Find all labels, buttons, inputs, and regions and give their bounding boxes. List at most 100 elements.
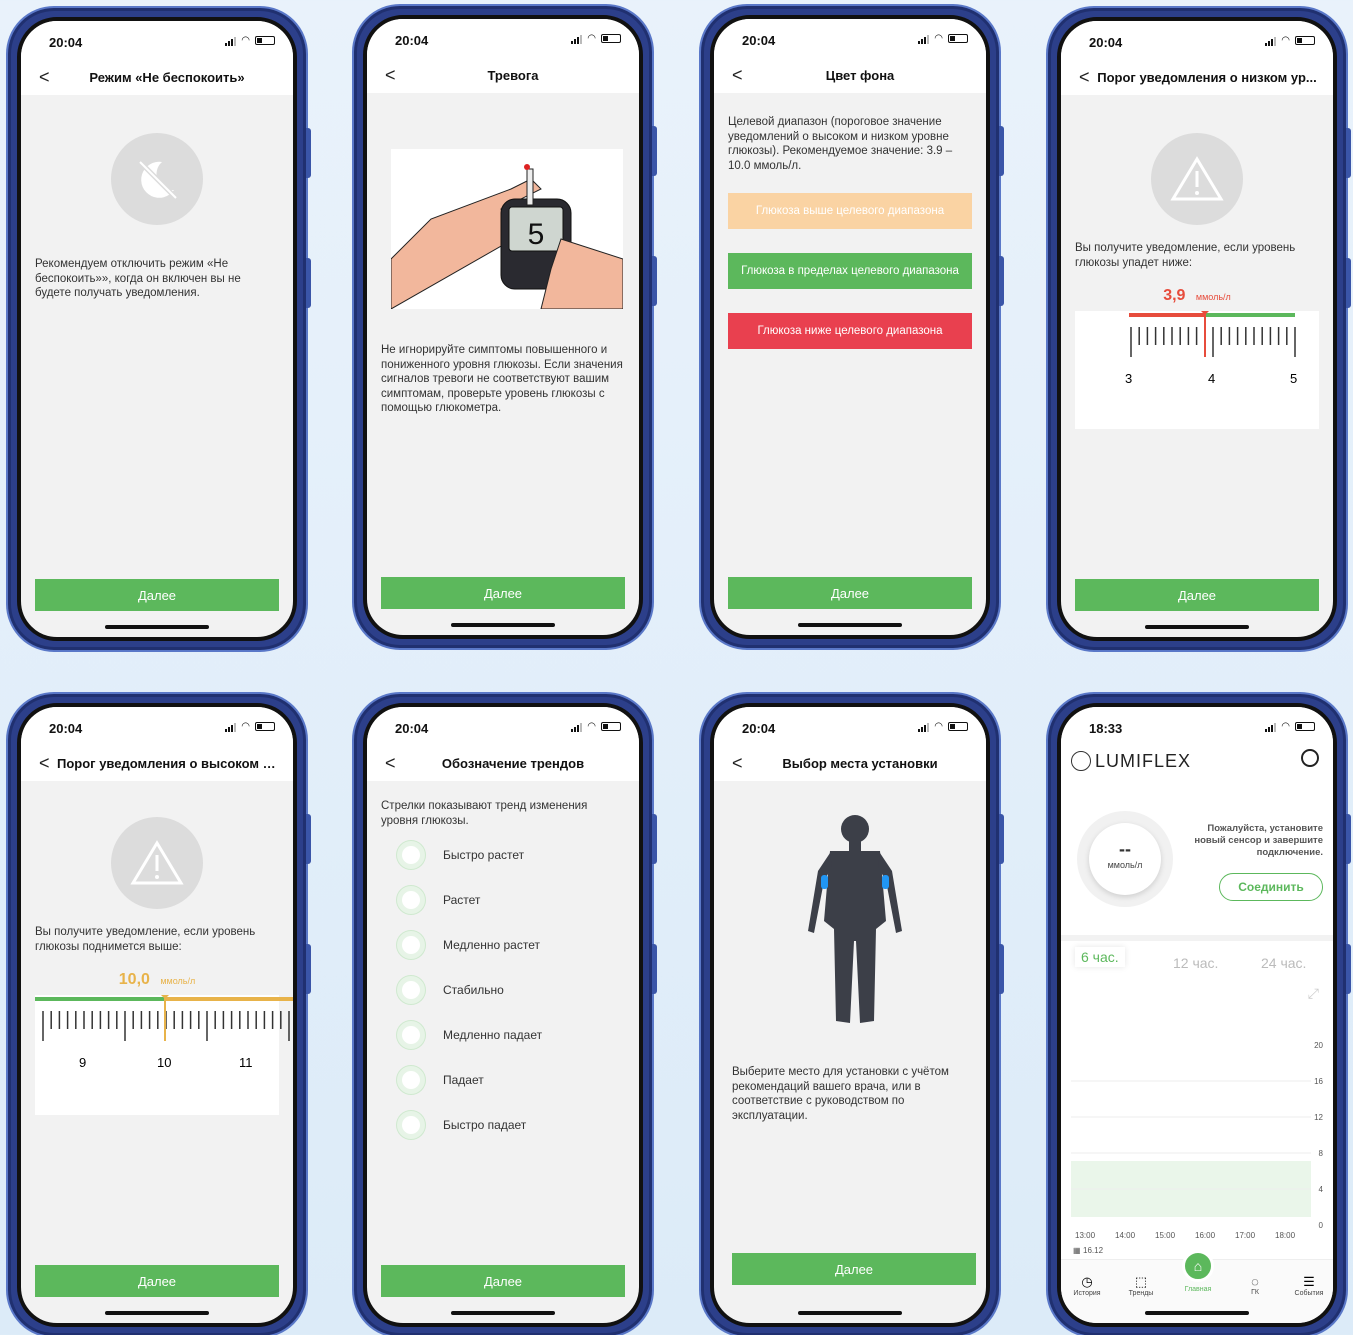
battery-icon (1295, 722, 1315, 731)
status-bar: 20:04 ◠ (21, 707, 293, 745)
connect-button[interactable]: Соединить (1219, 873, 1323, 901)
nav-bar: < Порог уведомления о низком ур... (1061, 59, 1333, 95)
status-time: 20:04 (742, 721, 776, 736)
nav-history[interactable]: ◷ История (1065, 1274, 1109, 1297)
expand-icon[interactable]: ⤢ (1308, 985, 1319, 1002)
threshold-value: 10,0 (118, 971, 150, 988)
glucose-unit: ммоль/л (1107, 860, 1143, 870)
y-tick: 16 (1314, 1077, 1323, 1086)
nav-label: ГК (1251, 1289, 1259, 1296)
glucose-chart (1071, 1080, 1311, 1217)
wifi-icon: ◠ (1281, 35, 1290, 46)
trend-label: Падает (443, 1073, 484, 1087)
threshold-ruler[interactable]: 9 10 11 (35, 993, 293, 1115)
glucometer-illustration: 5 (390, 149, 624, 310)
range-bar-in-range: Глюкоза в пределах целевого диапазона (728, 253, 972, 289)
nav-bar: < Порог уведомления о высоком у... (21, 745, 293, 781)
next-button[interactable]: Далее (35, 579, 279, 611)
nav-gk[interactable]: ◌ ГК (1233, 1274, 1277, 1296)
trend-up-fast-icon (397, 841, 425, 869)
threshold-unit: ммоль/л (160, 976, 196, 986)
home-indicator[interactable] (1145, 625, 1249, 629)
status-time: 20:04 (742, 33, 776, 48)
glucose-value: -- (1119, 839, 1131, 859)
home-indicator[interactable] (1145, 1311, 1249, 1315)
wifi-icon: ◠ (934, 721, 943, 732)
home-sensor-icon: ⌂ (1182, 1250, 1214, 1282)
x-tick: 18:00 (1275, 1231, 1296, 1240)
trend-item: Медленно падает (397, 1021, 542, 1049)
back-icon[interactable]: < (385, 753, 396, 774)
trend-label: Растет (443, 893, 481, 907)
home-indicator[interactable] (798, 1311, 902, 1315)
next-button[interactable]: Далее (728, 577, 972, 609)
page-title: Порог уведомления о низком ур... (1097, 69, 1317, 85)
next-button[interactable]: Далее (381, 577, 625, 609)
signal-icon (225, 722, 237, 732)
description: Рекомендуем отключить режим «Не беспокои… (35, 258, 241, 299)
profile-icon[interactable] (1301, 749, 1319, 767)
dnd-moon-icon (111, 133, 203, 225)
chart-card: 6 час. 12 час. 24 час. ⤢ 20 16 12 8 4 0 … (1061, 935, 1333, 1261)
range-tab-24h[interactable]: 24 час. (1261, 955, 1306, 971)
y-tick: 0 (1318, 1221, 1323, 1230)
status-bar: 18:33 ◠ (1061, 707, 1333, 745)
next-button[interactable]: Далее (35, 1265, 279, 1297)
back-icon[interactable]: < (732, 753, 743, 774)
ruler-tick-label: 9 (79, 1055, 87, 1070)
home-indicator[interactable] (451, 1311, 555, 1315)
wifi-icon: ◠ (1281, 721, 1290, 732)
trend-down-icon (397, 1066, 425, 1094)
signal-icon (571, 722, 583, 732)
page-title: Тревога (487, 67, 539, 83)
phone-background-color: 20:04 ◠ < Цвет фона Целевой диапазон (пор… (699, 4, 1004, 650)
back-icon[interactable]: < (39, 753, 50, 774)
screen: 20:04 ◠ < Выбор места установки Выберите … (710, 703, 990, 1327)
next-button[interactable]: Далее (381, 1265, 625, 1297)
status-time: 18:33 (1089, 721, 1123, 736)
signal-icon (571, 34, 583, 44)
home-indicator[interactable] (451, 623, 555, 627)
home-indicator[interactable] (105, 1311, 209, 1315)
next-button[interactable]: Далее (732, 1253, 976, 1285)
back-icon[interactable]: < (732, 65, 743, 86)
drop-icon: ◌ (1251, 1274, 1259, 1289)
nav-bar: < Выбор места установки (714, 745, 986, 781)
wifi-icon: ◠ (241, 721, 250, 732)
status-bar: 20:04 ◠ (21, 21, 293, 59)
right-arm-site[interactable] (882, 875, 889, 889)
nav-bar: < Тревога (367, 57, 639, 93)
trend-down-fast-icon (397, 1111, 425, 1139)
threshold-ruler[interactable]: 3 4 5 (1075, 309, 1319, 429)
nav-label: Главная (1184, 1286, 1212, 1293)
home-indicator[interactable] (105, 625, 209, 629)
trend-label: Медленно падает (443, 1028, 543, 1042)
page-title: Обозначение трендов (441, 755, 585, 771)
phone-main: 18:33 ◠ LUMIFLEX -- ммоль/л Пожалуйста, … (1046, 692, 1351, 1335)
calendar-icon: ▦ (1073, 1246, 1081, 1255)
battery-icon (948, 34, 968, 43)
nav-home[interactable]: ⌂ Главная (1173, 1250, 1223, 1293)
left-arm-site[interactable] (821, 875, 828, 889)
nav-bar: < Обозначение трендов (367, 745, 639, 781)
back-icon[interactable]: < (39, 67, 50, 88)
ruler-tick-label: 5 (1290, 371, 1298, 386)
signal-icon (918, 722, 930, 732)
back-icon[interactable]: < (1079, 67, 1090, 88)
home-indicator[interactable] (798, 623, 902, 627)
status-time: 20:04 (395, 33, 429, 48)
nav-trends[interactable]: ⬚ Тренды (1119, 1274, 1163, 1297)
range-tab-6h[interactable]: 6 час. (1075, 947, 1125, 967)
nav-label: События (1294, 1290, 1324, 1297)
next-button[interactable]: Далее (1075, 579, 1319, 611)
range-tab-12h[interactable]: 12 час. (1173, 955, 1218, 971)
trend-item: Медленно растет (397, 931, 540, 959)
nav-bar: < Цвет фона (714, 57, 986, 93)
app-header: LUMIFLEX (1061, 745, 1333, 785)
back-icon[interactable]: < (385, 65, 396, 86)
sensor-message: Пожалуйста, установите новый сенсор и за… (1194, 823, 1323, 858)
ruler-tick-label: 3 (1125, 371, 1133, 386)
nav-events[interactable]: ☰ События (1287, 1274, 1331, 1297)
status-bar: 20:04 ◠ (1061, 21, 1333, 59)
trend-up-icon (397, 886, 425, 914)
